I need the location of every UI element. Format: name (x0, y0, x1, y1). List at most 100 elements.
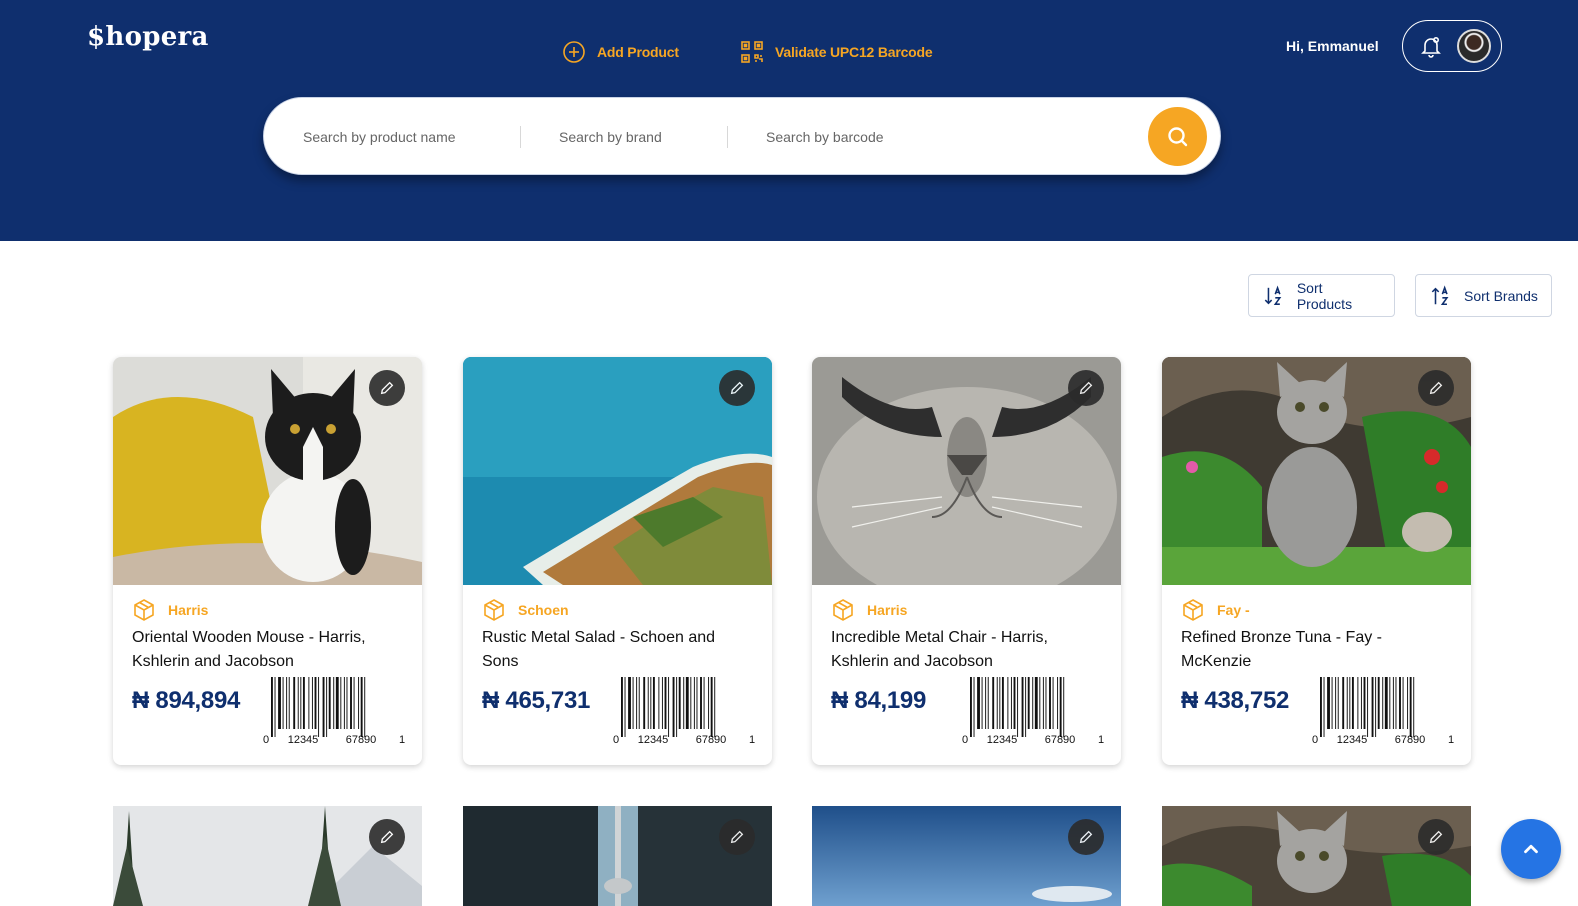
barcode-bar (1042, 677, 1044, 729)
barcode-bar (668, 677, 670, 737)
product-card[interactable] (113, 806, 422, 906)
brand-name[interactable]: Fay - (1217, 602, 1250, 618)
barcode-digits: 0 (263, 734, 269, 746)
barcode-bar (1342, 677, 1345, 729)
barcode-bar (1402, 677, 1404, 729)
product-name-search-input[interactable] (303, 124, 503, 150)
add-product-link[interactable]: Add Product (562, 40, 679, 64)
product-card[interactable] (812, 806, 1121, 906)
barcode-search-input[interactable] (766, 124, 1126, 150)
product-image[interactable] (113, 806, 422, 906)
product-card[interactable]: Harris Incredible Metal Chair - Harris, … (812, 357, 1121, 765)
barcode-bar (1335, 677, 1337, 729)
header: $hopera Add Product Validate UPC12 Barco… (0, 0, 1578, 241)
barcode-bar (672, 677, 675, 737)
barcode-bar (658, 677, 660, 729)
edit-product-button[interactable] (369, 819, 405, 855)
barcode-bar (992, 677, 995, 729)
barcode-bar (693, 677, 695, 729)
barcode-bar (340, 677, 342, 729)
barcode-bar (322, 677, 325, 737)
barcode-digits: 12345 (1337, 734, 1368, 746)
barcode-bar (1382, 677, 1384, 729)
barcode-bar (970, 677, 972, 737)
search-button[interactable] (1148, 107, 1207, 166)
product-name: Rustic Metal Salad - Schoen and Sons (482, 629, 716, 670)
barcode-bar (1384, 677, 1388, 729)
barcode-bar (1063, 677, 1065, 737)
edit-product-button[interactable] (719, 819, 755, 855)
barcode-bar (282, 677, 284, 729)
edit-product-button[interactable] (1068, 370, 1104, 406)
product-card[interactable] (1162, 806, 1471, 906)
barcode-bar (314, 677, 317, 729)
product-price: ₦ 84,199 (831, 687, 927, 714)
product-image[interactable] (812, 806, 1121, 906)
barcode-bar (985, 677, 987, 729)
user-menu[interactable] (1402, 20, 1502, 72)
brand-row: Schoen (482, 598, 569, 622)
barcode: 0 12345 67890 1 (263, 677, 405, 746)
product-card[interactable]: Harris Oriental Wooden Mouse - Harris, K… (113, 357, 422, 765)
barcode-bar (1399, 677, 1401, 729)
barcode-bar (700, 677, 702, 729)
barcode-bar (1320, 677, 1322, 737)
barcode-bar (297, 677, 299, 729)
barcode-bar (302, 677, 305, 729)
sort-products-button[interactable]: Sort Products (1248, 274, 1395, 317)
barcode-bar (628, 677, 631, 729)
barcode-bar (632, 677, 634, 729)
pencil-icon (1079, 830, 1093, 844)
pencil-icon (1429, 381, 1443, 395)
product-card[interactable]: Fay - Refined Bronze Tuna - Fay - McKenz… (1162, 357, 1471, 765)
brand-name[interactable]: Schoen (518, 602, 569, 618)
product-card[interactable]: Schoen Rustic Metal Salad - Schoen and S… (463, 357, 772, 765)
barcode-bar (333, 677, 335, 729)
sort-brands-button[interactable]: Sort Brands (1415, 274, 1552, 317)
product-price: ₦ 438,752 (1181, 687, 1290, 714)
barcode-bar (1034, 677, 1038, 729)
barcode-bar (996, 677, 998, 729)
barcode-bar (1377, 677, 1380, 729)
barcode-bar (1327, 677, 1330, 729)
barcode-bar (1010, 677, 1012, 729)
barcode-bar (696, 677, 698, 729)
edit-product-button[interactable] (1418, 819, 1454, 855)
add-product-label: Add Product (597, 44, 679, 60)
product-card[interactable] (463, 806, 772, 906)
sort-az-down-icon (1264, 285, 1282, 305)
barcode-bar (300, 677, 302, 729)
edit-product-button[interactable] (369, 370, 405, 406)
edit-product-button[interactable] (1418, 370, 1454, 406)
barcode-bar (664, 677, 667, 729)
package-icon (484, 599, 504, 621)
product-image[interactable] (1162, 806, 1471, 906)
app-logo[interactable]: $hopera (87, 22, 209, 52)
edit-product-button[interactable] (1068, 819, 1104, 855)
pencil-icon (380, 381, 394, 395)
barcode-bar (1045, 677, 1047, 729)
barcode-digits: 0 (962, 734, 968, 746)
barcode-bar (360, 677, 363, 737)
barcode-bar (311, 677, 313, 729)
avatar[interactable] (1457, 29, 1491, 63)
pencil-icon (730, 381, 744, 395)
validate-barcode-link[interactable]: Validate UPC12 Barcode (740, 40, 933, 64)
barcode-bar (1357, 677, 1359, 729)
product-image[interactable] (463, 806, 772, 906)
sort-products-label: Sort Products (1296, 279, 1353, 312)
edit-product-button[interactable] (719, 370, 755, 406)
barcode-bar (288, 677, 290, 729)
barcode-bar (286, 677, 288, 729)
barcode-bar (1392, 677, 1394, 729)
brand-name[interactable]: Harris (867, 602, 907, 618)
barcode-bar (1039, 677, 1041, 729)
barcode-bar (1360, 677, 1362, 729)
search-divider (520, 126, 521, 148)
brand-name[interactable]: Harris (168, 602, 208, 618)
barcode-bar (1025, 677, 1027, 737)
scroll-to-top-button[interactable] (1501, 819, 1561, 879)
barcode-bar (1013, 677, 1016, 729)
brand-search-input[interactable] (559, 124, 739, 150)
notification-bell-icon[interactable] (1419, 34, 1443, 58)
